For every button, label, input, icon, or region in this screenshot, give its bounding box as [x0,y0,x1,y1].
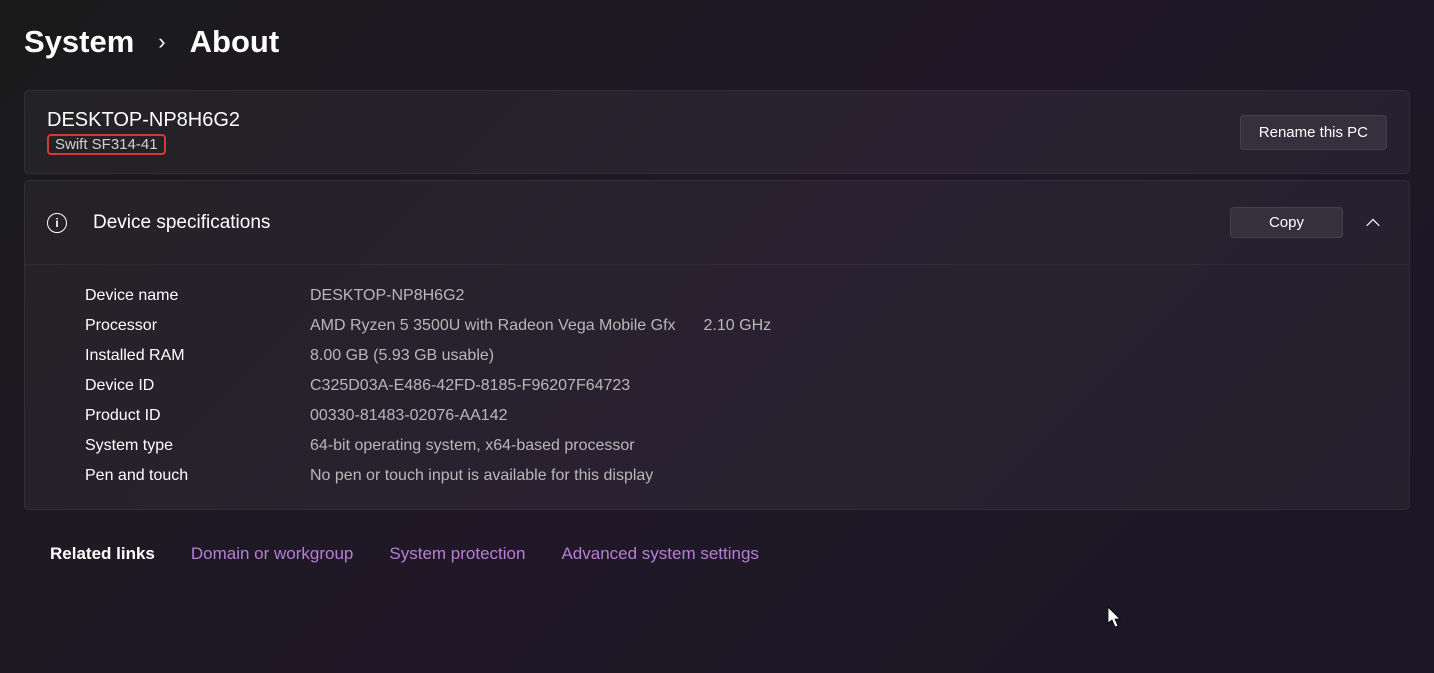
spec-row-ram: Installed RAM 8.00 GB (5.93 GB usable) [85,347,1387,365]
breadcrumb-current: About [190,24,280,60]
device-specs-title: Device specifications [93,212,1204,234]
chevron-right-icon: › [158,29,165,55]
spec-value: 64-bit operating system, x64-based proce… [310,437,635,455]
info-icon: i [47,213,67,233]
spec-row-device-id: Device ID C325D03A-E486-42FD-8185-F96207… [85,377,1387,395]
spec-label: Product ID [85,407,310,425]
pc-name: DESKTOP-NP8H6G2 [47,109,240,132]
spec-row-device-name: Device name DESKTOP-NP8H6G2 [85,287,1387,305]
breadcrumb-parent[interactable]: System [24,24,134,60]
cursor-icon [1108,607,1124,634]
spec-row-system-type: System type 64-bit operating system, x64… [85,437,1387,455]
copy-button[interactable]: Copy [1230,207,1343,238]
link-domain-workgroup[interactable]: Domain or workgroup [191,544,354,564]
spec-label: Device ID [85,377,310,395]
link-advanced-settings[interactable]: Advanced system settings [561,544,758,564]
chevron-up-icon[interactable] [1359,209,1387,237]
spec-value: No pen or touch input is available for t… [310,467,653,485]
device-specs-card: i Device specifications Copy Device name… [24,180,1410,510]
spec-value: AMD Ryzen 5 3500U with Radeon Vega Mobil… [310,317,676,335]
spec-value: DESKTOP-NP8H6G2 [310,287,464,305]
spec-label: Processor [85,317,310,335]
link-system-protection[interactable]: System protection [389,544,525,564]
spec-label: Installed RAM [85,347,310,365]
spec-value-extra: 2.10 GHz [704,317,772,335]
spec-label: System type [85,437,310,455]
spec-value: 00330-81483-02076-AA142 [310,407,508,425]
pc-model-highlighted: Swift SF314-41 [47,134,166,155]
related-links-title: Related links [50,544,155,564]
spec-row-processor: Processor AMD Ryzen 5 3500U with Radeon … [85,317,1387,335]
spec-label: Pen and touch [85,467,310,485]
device-specs-body: Device name DESKTOP-NP8H6G2 Processor AM… [25,264,1409,509]
rename-pc-button[interactable]: Rename this PC [1240,115,1387,150]
spec-value: C325D03A-E486-42FD-8185-F96207F64723 [310,377,630,395]
spec-row-pen-touch: Pen and touch No pen or touch input is a… [85,467,1387,485]
spec-label: Device name [85,287,310,305]
related-links: Related links Domain or workgroup System… [24,516,1410,564]
device-specs-header[interactable]: i Device specifications Copy [25,181,1409,264]
spec-value: 8.00 GB (5.93 GB usable) [310,347,494,365]
pc-name-card: DESKTOP-NP8H6G2 Swift SF314-41 Rename th… [24,90,1410,174]
breadcrumb: System › About [0,0,1434,72]
spec-row-product-id: Product ID 00330-81483-02076-AA142 [85,407,1387,425]
pc-info: DESKTOP-NP8H6G2 Swift SF314-41 [47,109,240,155]
